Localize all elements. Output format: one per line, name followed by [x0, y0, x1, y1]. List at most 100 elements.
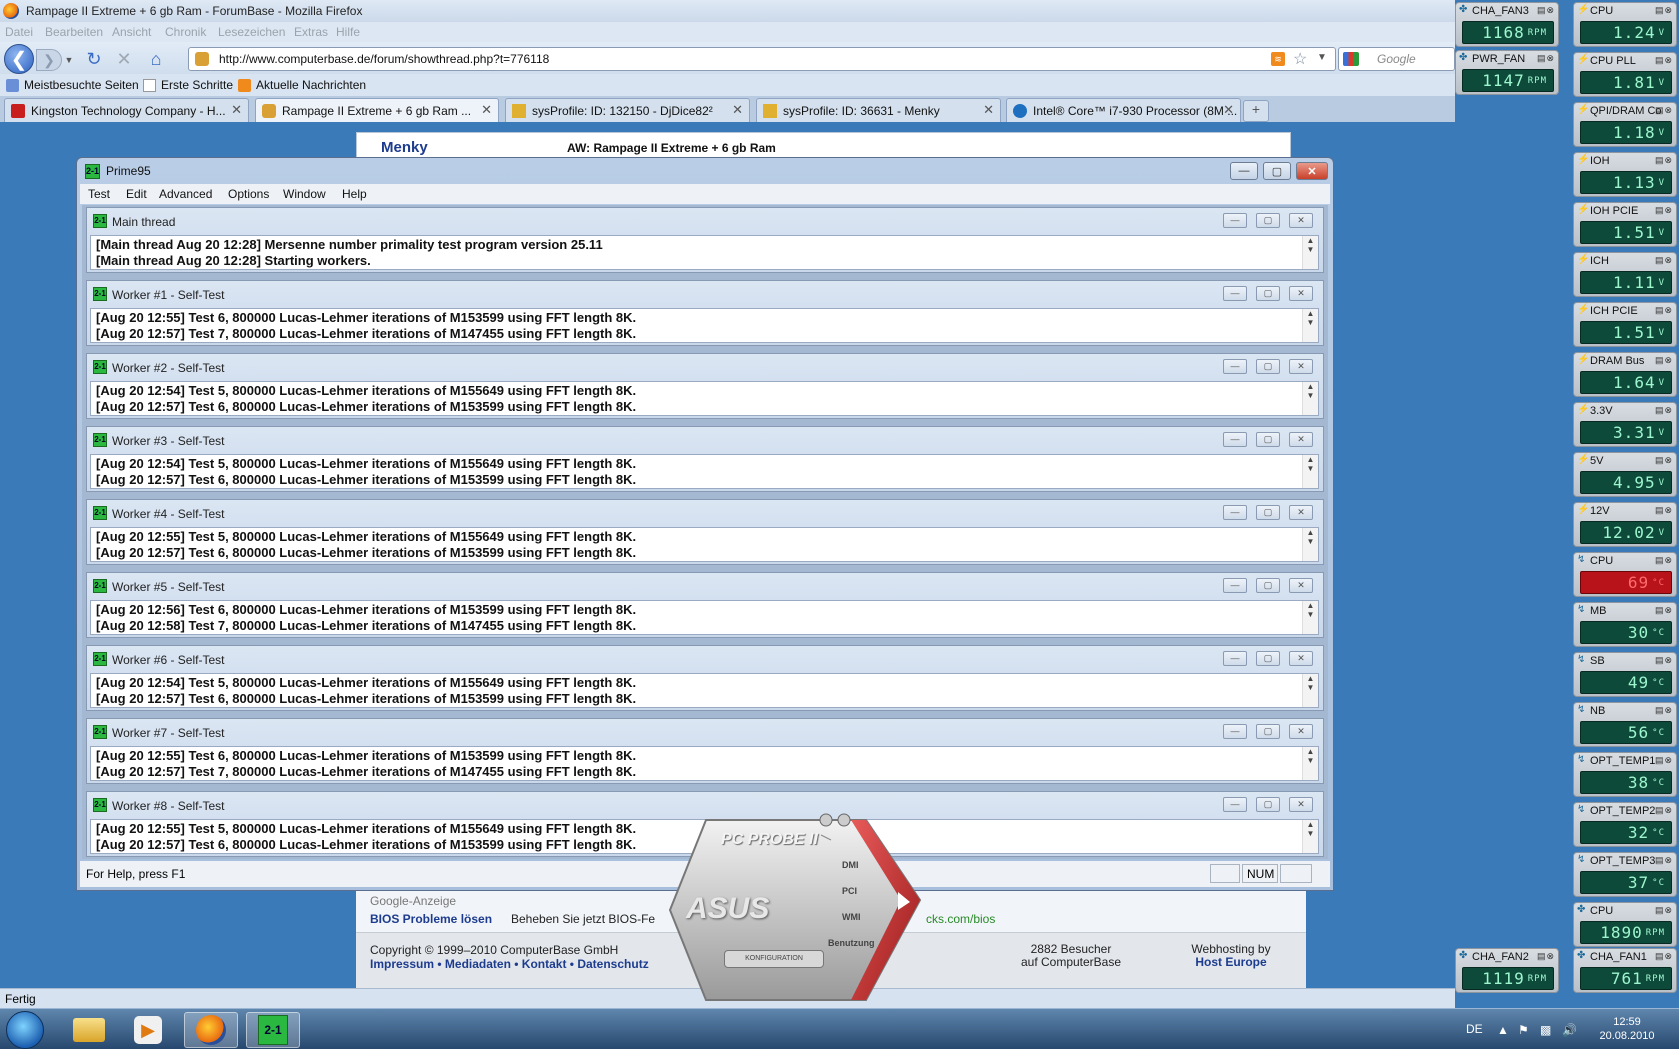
start-button[interactable] [6, 1011, 44, 1049]
sensor-right-17[interactable]: ↯ OPT_TEMP3 ▤⊗ 37 °C [1573, 852, 1677, 897]
footer-link-datenschutz[interactable]: Datenschutz [577, 957, 648, 971]
sensor-controls-icon[interactable]: ▤⊗ [1655, 855, 1673, 866]
pane-log[interactable]: [Aug 20 12:55] Test 5, 800000 Lucas-Lehm… [90, 527, 1319, 562]
scrollbar[interactable]: ▲ ▼ [1302, 601, 1318, 634]
sensor-right-16[interactable]: ↯ OPT_TEMP2 ▤⊗ 32 °C [1573, 802, 1677, 847]
menu-advanced[interactable]: Advanced [159, 187, 212, 201]
close-button[interactable]: ✕ [1296, 162, 1328, 180]
menu-test[interactable]: Test [88, 187, 110, 201]
pane-maximize-button[interactable]: ▢ [1256, 651, 1280, 666]
menu-dmi[interactable]: DMI [842, 860, 859, 870]
chevron-down-icon[interactable]: ▼ [1317, 52, 1327, 63]
volume-icon[interactable]: 🔊 [1562, 1023, 1577, 1037]
new-tab-button[interactable]: + [1243, 100, 1269, 122]
menu-window[interactable]: Window [283, 187, 326, 201]
config-button[interactable]: KONFIGURATION [724, 950, 824, 968]
sensor-controls-icon[interactable]: ▤⊗ [1655, 951, 1673, 962]
sensor-left-0[interactable]: ✤ CHA_FAN3 ▤⊗ 1168 RPM [1455, 2, 1559, 47]
sensor-right-1[interactable]: ⚡ CPU PLL ▤⊗ 1.81 V [1573, 52, 1677, 97]
sensor-controls-icon[interactable]: ▤⊗ [1537, 53, 1555, 64]
sensor-controls-icon[interactable]: ▤⊗ [1655, 405, 1673, 416]
pane-log[interactable]: [Main thread Aug 20 12:28] Mersenne numb… [90, 235, 1319, 270]
pc-probe-widget[interactable]: PC PROBE II ASUS KONFIGURATION DMI PCI W… [666, 810, 924, 1010]
reload-button[interactable]: ↻ [84, 49, 104, 69]
hosting-link[interactable]: Host Europe [1195, 955, 1266, 969]
pane-log[interactable]: [Aug 20 12:54] Test 5, 800000 Lucas-Lehm… [90, 673, 1319, 708]
home-button[interactable]: ⌂ [145, 49, 167, 69]
menu-pci[interactable]: PCI [842, 886, 857, 896]
menu-wmi[interactable]: WMI [842, 912, 861, 922]
pane-minimize-button[interactable]: — [1223, 432, 1247, 447]
pane-minimize-button[interactable]: — [1223, 578, 1247, 593]
pane-close-button[interactable]: ✕ [1289, 286, 1313, 301]
sensor-right-5[interactable]: ⚡ ICH ▤⊗ 1.11 V [1573, 252, 1677, 297]
sensor-controls-icon[interactable]: ▤⊗ [1655, 155, 1673, 166]
pane-maximize-button[interactable]: ▢ [1256, 359, 1280, 374]
pane-minimize-button[interactable]: — [1223, 651, 1247, 666]
sensor-controls-icon[interactable]: ▤⊗ [1655, 305, 1673, 316]
scrollbar[interactable]: ▲ ▼ [1302, 309, 1318, 342]
close-icon[interactable]: ✕ [983, 102, 994, 118]
sensor-right-11[interactable]: ↯ CPU ▤⊗ 69 °C [1573, 552, 1677, 597]
sensor-controls-icon[interactable]: ▤⊗ [1655, 355, 1673, 366]
pane-close-button[interactable]: ✕ [1289, 797, 1313, 812]
footer-link-mediadaten[interactable]: Mediadaten [445, 957, 511, 971]
pane-minimize-button[interactable]: — [1223, 797, 1247, 812]
google-icon[interactable] [1343, 52, 1359, 66]
sensor-right-10[interactable]: ⚡ 12V ▤⊗ 12.02 V [1573, 502, 1677, 547]
sensor-controls-icon[interactable]: ▤⊗ [1655, 505, 1673, 516]
pane-minimize-button[interactable]: — [1223, 359, 1247, 374]
sensor-controls-icon[interactable]: ▤⊗ [1655, 705, 1673, 716]
taskbar-prime95[interactable]: 2-1 [246, 1012, 300, 1048]
scrollbar[interactable]: ▲ ▼ [1302, 382, 1318, 415]
close-icon[interactable]: ✕ [231, 102, 242, 118]
ad-link[interactable]: BIOS Probleme lösen [370, 912, 492, 926]
pane-maximize-button[interactable]: ▢ [1256, 213, 1280, 228]
pane-log[interactable]: [Aug 20 12:56] Test 6, 800000 Lucas-Lehm… [90, 600, 1319, 635]
taskbar-media-player[interactable]: ▶ [121, 1012, 175, 1048]
menu-hilfe[interactable]: Hilfe [336, 25, 360, 39]
system-clock[interactable]: 12:59 20.08.2010 [1582, 1015, 1672, 1043]
scrollbar[interactable]: ▲ ▼ [1302, 236, 1318, 269]
menu-extras[interactable]: Extras [294, 25, 328, 39]
sensor-controls-icon[interactable]: ▤⊗ [1655, 555, 1673, 566]
sensor-controls-icon[interactable]: ▤⊗ [1537, 5, 1555, 16]
language-indicator[interactable]: DE [1466, 1022, 1483, 1036]
footer-link-impressum[interactable]: Impressum [370, 957, 434, 971]
tab-kingston[interactable]: Kingston Technology Company - H... ✕ [4, 98, 249, 122]
pane-maximize-button[interactable]: ▢ [1256, 286, 1280, 301]
pane-close-button[interactable]: ✕ [1289, 359, 1313, 374]
sensor-right-4[interactable]: ⚡ IOH PCIE ▤⊗ 1.51 V [1573, 202, 1677, 247]
pane-minimize-button[interactable]: — [1223, 505, 1247, 520]
show-hidden-icons-icon[interactable]: ▲ [1497, 1023, 1509, 1037]
sensor-right-2[interactable]: ⚡ QPI/DRAM Co ▤⊗ 1.18 V [1573, 102, 1677, 147]
ad-url[interactable]: cks.com/bios [926, 912, 995, 926]
pane-close-button[interactable]: ✕ [1289, 578, 1313, 593]
sensor-left-1[interactable]: ✤ PWR_FAN ▤⊗ 1147 RPM [1455, 50, 1559, 95]
sensor-controls-icon[interactable]: ▤⊗ [1655, 905, 1673, 916]
sensor-right-0[interactable]: ⚡ CPU ▤⊗ 1.24 V [1573, 2, 1677, 47]
taskbar-explorer[interactable] [62, 1012, 116, 1048]
sensor-controls-icon[interactable]: ▤⊗ [1655, 755, 1673, 766]
pane-maximize-button[interactable]: ▢ [1256, 578, 1280, 593]
menu-benutzung[interactable]: Benutzung [828, 938, 875, 948]
url-bar[interactable]: http://www.computerbase.de/forum/showthr… [188, 47, 1336, 71]
history-dropdown-button[interactable]: ▼ [63, 51, 75, 69]
close-icon[interactable]: ✕ [481, 102, 492, 118]
sensor-right-7[interactable]: ⚡ DRAM Bus ▤⊗ 1.64 V [1573, 352, 1677, 397]
sensor-controls-icon[interactable]: ▤⊗ [1655, 105, 1673, 116]
bookmark-erste-schritte[interactable]: Erste Schritte [143, 78, 233, 92]
footer-link-kontakt[interactable]: Kontakt [522, 957, 567, 971]
pane-maximize-button[interactable]: ▢ [1256, 797, 1280, 812]
post-username[interactable]: Menky [381, 139, 428, 156]
bookmark-meistbesuchte[interactable]: Meistbesuchte Seiten [6, 78, 139, 92]
back-button[interactable]: ❮ [4, 44, 34, 74]
network-icon[interactable]: ▩ [1540, 1023, 1551, 1037]
sensor-right-13[interactable]: ↯ SB ▤⊗ 49 °C [1573, 652, 1677, 697]
sensor-right-14[interactable]: ↯ NB ▤⊗ 56 °C [1573, 702, 1677, 747]
action-center-flag-icon[interactable]: ⚑ [1518, 1023, 1529, 1037]
sensor-controls-icon[interactable]: ▤⊗ [1655, 5, 1673, 16]
sensor-controls-icon[interactable]: ▤⊗ [1655, 255, 1673, 266]
close-icon[interactable]: ✕ [732, 102, 743, 118]
sensor-controls-icon[interactable]: ▤⊗ [1655, 205, 1673, 216]
